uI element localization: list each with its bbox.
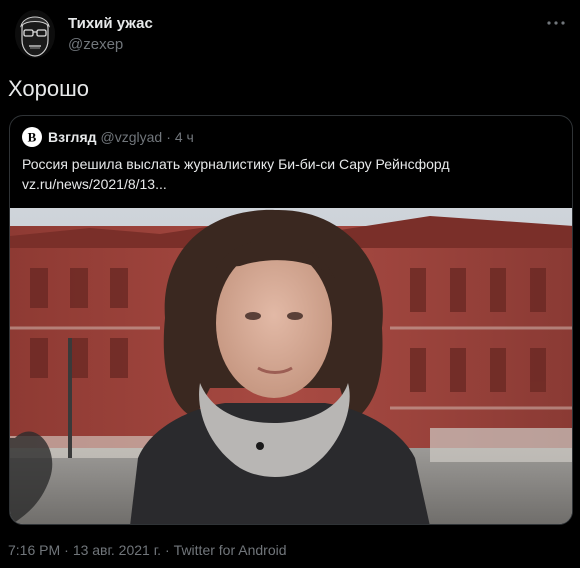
tweet-time[interactable]: 7:16 PM bbox=[8, 542, 60, 558]
avatar[interactable] bbox=[15, 10, 55, 58]
tweet-date[interactable]: 13 авг. 2021 г. bbox=[73, 542, 161, 558]
author-name[interactable]: Тихий ужас bbox=[68, 15, 153, 32]
separator-dot: · bbox=[64, 542, 69, 558]
quoted-tweet-card[interactable]: B Взгляд @vzglyad · 4 ч Россия решила вы… bbox=[9, 115, 573, 525]
author-handle[interactable]: @zexep bbox=[68, 36, 123, 53]
separator-dot: · bbox=[166, 129, 171, 145]
logo-letter: B bbox=[28, 130, 37, 144]
more-button[interactable] bbox=[542, 14, 570, 32]
quoted-link[interactable]: vz.ru/news/2021/8/13... bbox=[22, 174, 167, 194]
quoted-timestamp[interactable]: 4 ч bbox=[175, 129, 194, 145]
quoted-text: Россия решила выслать журналистику Би-би… bbox=[22, 156, 450, 172]
quoted-author-handle[interactable]: @vzglyad bbox=[101, 129, 163, 145]
separator-dot: · bbox=[165, 542, 170, 558]
tweet-source[interactable]: Twitter for Android bbox=[174, 542, 287, 558]
vzglyad-logo-icon[interactable]: B bbox=[22, 127, 42, 147]
more-dots-icon bbox=[547, 21, 565, 25]
tweet-meta: 7:16 PM · 13 авг. 2021 г. · Twitter for … bbox=[8, 542, 291, 558]
quoted-author-name[interactable]: Взгляд bbox=[48, 129, 97, 145]
quoted-media-image[interactable] bbox=[10, 208, 572, 524]
tweet-header: Тихий ужас @zexep bbox=[15, 10, 570, 62]
tweet-text: Хорошо bbox=[8, 76, 90, 101]
news-photo bbox=[10, 208, 572, 524]
avatar-sketch-icon bbox=[15, 10, 55, 58]
quoted-tweet-header: B Взгляд @vzglyad · 4 ч bbox=[22, 127, 194, 147]
